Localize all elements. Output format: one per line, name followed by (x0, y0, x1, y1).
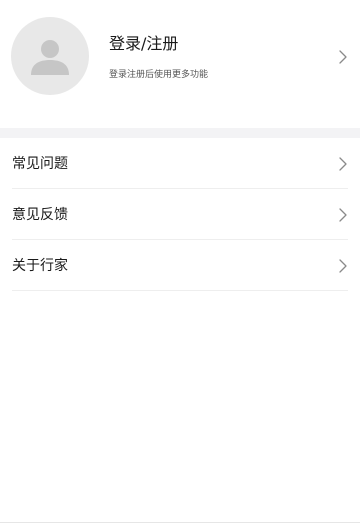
settings-menu: 常见问题 意见反馈 关于行家 (0, 138, 360, 291)
login-register-entry[interactable]: 登录/注册 登录注册后使用更多功能 (0, 0, 360, 128)
row-divider (12, 290, 348, 291)
user-placeholder-icon (31, 40, 69, 75)
chevron-right-icon (338, 49, 348, 65)
menu-item-label: 意见反馈 (12, 207, 68, 223)
section-divider (0, 128, 360, 138)
chevron-right-icon (338, 207, 348, 223)
bottom-divider (0, 522, 360, 523)
menu-item-feedback[interactable]: 意见反馈 (0, 189, 360, 240)
chevron-right-icon (338, 156, 348, 172)
login-register-title: 登录/注册 (109, 34, 179, 53)
menu-item-faq[interactable]: 常见问题 (0, 138, 360, 189)
menu-item-about[interactable]: 关于行家 (0, 240, 360, 291)
menu-item-label: 关于行家 (12, 258, 68, 274)
avatar[interactable] (11, 17, 89, 95)
menu-item-label: 常见问题 (12, 156, 68, 172)
login-register-subtitle: 登录注册后使用更多功能 (109, 70, 209, 80)
chevron-right-icon (338, 258, 348, 274)
